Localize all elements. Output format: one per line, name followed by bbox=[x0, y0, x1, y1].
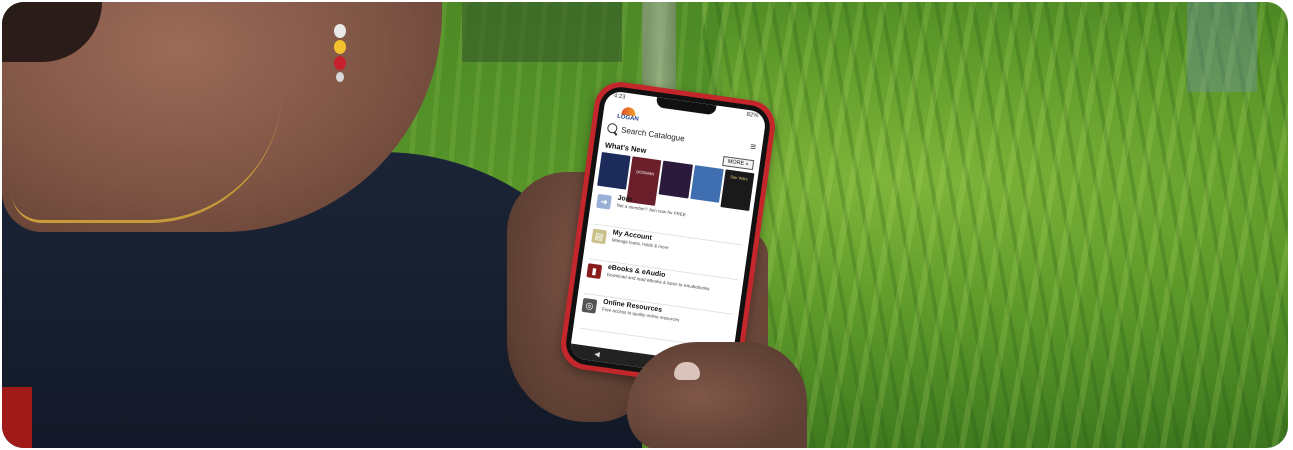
book-cover[interactable] bbox=[597, 151, 631, 190]
app-menu: ➜ Join Not a member? Join now for FREE ▤… bbox=[579, 191, 747, 352]
hamburger-menu-icon[interactable]: ≡ bbox=[749, 142, 756, 154]
book-cover[interactable] bbox=[689, 165, 724, 203]
id-card-icon: ▤ bbox=[591, 228, 608, 245]
person-thumbnail bbox=[674, 362, 700, 380]
person-earring bbox=[332, 22, 348, 84]
book-cover[interactable] bbox=[658, 160, 693, 199]
status-time: 4:23 bbox=[613, 93, 626, 101]
book-cover[interactable]: Star Wars bbox=[720, 169, 755, 212]
person-right-hand bbox=[627, 342, 807, 448]
background-blur-object bbox=[1187, 2, 1257, 92]
globe-icon: ◎ bbox=[581, 297, 598, 314]
status-battery: 82% bbox=[746, 111, 759, 120]
ebook-icon: ▮ bbox=[586, 263, 603, 279]
back-icon[interactable]: ◀ bbox=[594, 350, 600, 359]
person-shoulder-accent bbox=[2, 387, 32, 448]
search-icon[interactable] bbox=[606, 122, 618, 134]
background-shadow bbox=[462, 2, 622, 62]
more-button[interactable]: MORE » bbox=[722, 155, 755, 171]
photo-frame: 4:23 82% LOGAN Search Catalogue ≡ What's… bbox=[2, 2, 1288, 448]
join-arrow-icon: ➜ bbox=[596, 193, 612, 210]
